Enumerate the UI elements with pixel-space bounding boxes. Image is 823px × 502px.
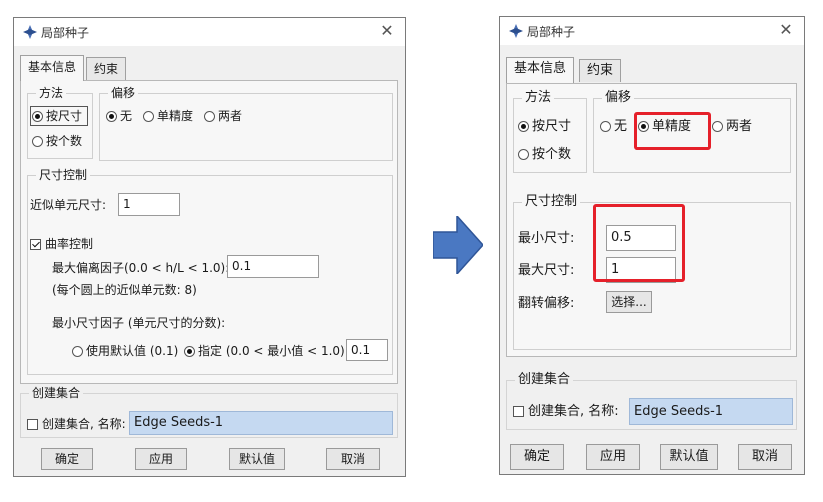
radio-indicator	[204, 111, 215, 122]
apply-button[interactable]: 应用	[135, 448, 187, 470]
select-button[interactable]: 选择...	[606, 291, 652, 313]
radio-use-default[interactable]: 使用默认值 (0.1)	[72, 343, 178, 359]
radio-by-number[interactable]: 按个数	[32, 133, 82, 149]
defaults-button[interactable]: 默认值	[229, 448, 285, 470]
highlight-size-inputs	[593, 204, 685, 282]
title-bar: 局部种子 ✕	[500, 17, 804, 45]
radio-by-number[interactable]: 按个数	[518, 147, 571, 163]
method-title: 方法	[522, 91, 555, 105]
radio-indicator	[184, 346, 195, 357]
approx-size-label: 近似单元尺寸:	[30, 198, 107, 212]
size-control-title: 尺寸控制	[36, 168, 91, 182]
seed-icon	[509, 24, 523, 38]
cancel-button[interactable]: 取消	[326, 448, 380, 470]
basic-info-panel: 方法 按尺寸 按个数 偏移 无 单精度 两者 尺寸控制 近似单元尺寸: 1 曲率…	[20, 80, 398, 384]
radio-bias-both[interactable]: 两者	[204, 108, 242, 124]
create-set-title: 创建集合	[515, 373, 574, 387]
tab-bar: 基本信息 约束	[506, 57, 706, 83]
min-size-factor-label: 最小尺寸因子 (单元尺寸的分数):	[52, 316, 226, 330]
size-control-title: 尺寸控制	[522, 195, 581, 209]
tab-constraints[interactable]: 约束	[86, 57, 127, 80]
bias-title: 偏移	[602, 91, 635, 105]
right-arrow-icon	[433, 216, 483, 274]
max-deviation-label: 最大偏离因子(0.0 < h/L < 1.0):	[52, 261, 230, 275]
method-group: 方法 按尺寸 按个数	[27, 86, 93, 159]
min-size-label: 最小尺寸:	[518, 231, 575, 246]
radio-bias-single[interactable]: 单精度	[143, 108, 193, 124]
set-name-input[interactable]: Edge Seeds-1	[129, 411, 393, 435]
radio-by-size[interactable]: 按尺寸	[518, 119, 571, 135]
method-group: 方法 按尺寸 按个数	[513, 91, 587, 173]
seed-icon	[23, 25, 37, 39]
radio-indicator	[712, 121, 723, 132]
elements-per-circle-note: (每个圆上的近似单元数: 8)	[52, 283, 197, 297]
radio-indicator	[143, 111, 154, 122]
dialog-title: 局部种子	[41, 26, 90, 40]
cancel-button[interactable]: 取消	[738, 444, 792, 470]
tab-basic-info[interactable]: 基本信息	[506, 57, 575, 83]
radio-indicator	[518, 121, 529, 132]
create-set-group: 创建集合 创建集合, 名称: Edge Seeds-1	[506, 373, 797, 430]
bias-group: 偏移 无 单精度 两者	[99, 86, 393, 161]
left-dialog: 局部种子 ✕ 基本信息 约束 方法 按尺寸 按个数 偏移 无 单精度 两者 尺寸…	[13, 17, 406, 477]
checkbox-indicator	[27, 419, 38, 430]
defaults-button[interactable]: 默认值	[660, 444, 718, 470]
create-set-checkbox[interactable]: 创建集合, 名称:	[27, 416, 126, 432]
checkbox-indicator	[30, 239, 41, 250]
highlight-single-precision	[634, 112, 711, 150]
radio-specify[interactable]: 指定 (0.0 < 最小值 < 1.0)	[184, 343, 345, 359]
max-deviation-input[interactable]: 0.1	[227, 255, 319, 278]
radio-indicator	[72, 346, 83, 357]
apply-button[interactable]: 应用	[586, 444, 640, 470]
set-name-input[interactable]: Edge Seeds-1	[629, 398, 793, 425]
close-icon[interactable]: ✕	[377, 20, 397, 42]
curvature-control-checkbox[interactable]: 曲率控制	[30, 236, 93, 252]
dialog-title: 局部种子	[527, 25, 576, 39]
max-size-label: 最大尺寸:	[518, 263, 575, 278]
create-set-title: 创建集合	[29, 386, 84, 400]
radio-indicator	[600, 121, 611, 132]
tab-bar: 基本信息 约束	[20, 55, 220, 81]
ok-button[interactable]: 确定	[510, 444, 564, 470]
radio-indicator	[32, 111, 43, 122]
size-control-group: 尺寸控制 近似单元尺寸: 1 曲率控制 最大偏离因子(0.0 < h/L < 1…	[27, 168, 393, 375]
flip-bias-label: 翻转偏移:	[518, 296, 575, 311]
create-set-group: 创建集合 创建集合, 名称: Edge Seeds-1	[20, 386, 398, 438]
checkbox-indicator	[513, 406, 524, 417]
tab-basic-info[interactable]: 基本信息	[20, 55, 85, 81]
radio-bias-both[interactable]: 两者	[712, 119, 752, 135]
radio-indicator	[518, 149, 529, 160]
min-size-factor-input[interactable]: 0.1	[346, 339, 388, 361]
right-dialog: 局部种子 ✕ 基本信息 约束 方法 按尺寸 按个数 偏移 无 单精度 两者 尺寸…	[499, 16, 805, 475]
radio-bias-none[interactable]: 无	[600, 119, 627, 135]
bias-title: 偏移	[108, 86, 139, 100]
ok-button[interactable]: 确定	[41, 448, 93, 470]
approx-size-input[interactable]: 1	[118, 193, 180, 216]
radio-indicator	[32, 136, 43, 147]
close-icon[interactable]: ✕	[776, 19, 796, 41]
radio-bias-none[interactable]: 无	[106, 108, 132, 124]
tab-constraints[interactable]: 约束	[579, 59, 622, 82]
method-title: 方法	[36, 86, 67, 100]
radio-indicator	[106, 111, 117, 122]
radio-by-size[interactable]: 按尺寸	[32, 108, 82, 124]
title-bar: 局部种子 ✕	[14, 18, 405, 46]
create-set-checkbox[interactable]: 创建集合, 名称:	[513, 404, 619, 420]
